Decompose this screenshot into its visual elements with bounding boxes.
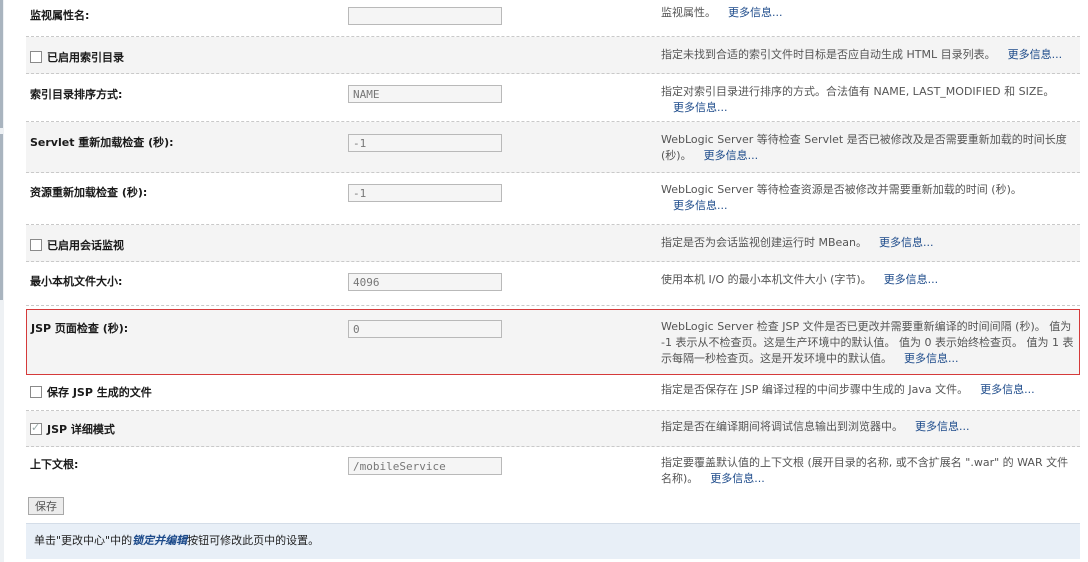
- row-context-root: 上下文根: /mobileService 指定要覆盖默认值的上下文根 (展开目录…: [26, 447, 1080, 492]
- more-info-link[interactable]: 更多信息...: [915, 420, 970, 433]
- row-label: 上下文根:: [30, 458, 79, 471]
- more-info-link[interactable]: 更多信息...: [673, 101, 728, 114]
- row-label: Servlet 重新加载检查 (秒):: [30, 136, 174, 149]
- session-monitoring-checkbox[interactable]: [30, 239, 42, 251]
- row-monitor-attribute: 监视属性名: 监视属性。 更多信息...: [26, 0, 1080, 37]
- jsp-verbose-checkbox[interactable]: [30, 421, 42, 435]
- more-info-link[interactable]: 更多信息...: [728, 6, 783, 19]
- footer-hint: 单击"更改中心"中的锁定并编辑按钮可修改此页中的设置。: [26, 523, 1080, 559]
- servlet-reload-input[interactable]: -1: [348, 134, 502, 152]
- resource-reload-input[interactable]: -1: [348, 184, 502, 202]
- row-session-monitoring: 已启用会话监视 指定是否为会话监视创建运行时 MBean。 更多信息...: [26, 225, 1080, 262]
- row-servlet-reload: Servlet 重新加载检查 (秒): -1 WebLogic Server 等…: [26, 122, 1080, 173]
- row-label: 资源重新加载检查 (秒):: [30, 186, 148, 199]
- min-native-file-size-input[interactable]: 4096: [348, 273, 502, 291]
- more-info-link[interactable]: 更多信息...: [704, 149, 759, 162]
- row-desc: 指定是否保存在 JSP 编译过程的中间步骤中生成的 Java 文件。 更多信息..…: [661, 383, 1035, 396]
- left-edge-mark: [0, 134, 3, 300]
- row-label: JSP 详细模式: [30, 421, 115, 437]
- keep-jsp-generated-checkbox[interactable]: [30, 386, 42, 398]
- row-desc: 指定是否在编译期间将调试信息输出到浏览器中。 更多信息...: [661, 420, 970, 433]
- row-label: 已启用索引目录: [30, 49, 124, 65]
- row-index-sort: 索引目录排序方式: NAME 指定对索引目录进行排序的方式。合法值有 NAME,…: [26, 74, 1080, 122]
- row-desc: 使用本机 I/O 的最小本机文件大小 (字节)。 更多信息...: [661, 273, 939, 286]
- row-label: JSP 页面检查 (秒):: [31, 322, 129, 335]
- row-desc: WebLogic Server 等待检查 Servlet 是否已被修改及是否需要…: [661, 133, 1067, 162]
- row-jsp-page-check: JSP 页面检查 (秒): 0 WebLogic Server 检查 JSP 文…: [26, 309, 1080, 375]
- jsp-page-check-input[interactable]: 0: [348, 320, 502, 338]
- index-directory-checkbox[interactable]: [30, 51, 42, 63]
- row-label: 监视属性名:: [30, 9, 90, 22]
- index-sort-input[interactable]: NAME: [348, 85, 502, 103]
- row-desc: WebLogic Server 检查 JSP 文件是否已更改并需要重新编译的时间…: [661, 320, 1074, 365]
- row-jsp-verbose: JSP 详细模式 指定是否在编译期间将调试信息输出到浏览器中。更多信息...: [26, 411, 1080, 447]
- more-info-link[interactable]: 更多信息...: [673, 199, 728, 212]
- more-info-link[interactable]: 更多信息...: [904, 352, 959, 365]
- row-index-directory: 已启用索引目录 指定未找到合适的索引文件时目标是否应自动生成 HTML 目录列表…: [26, 37, 1080, 74]
- row-label: 已启用会话监视: [30, 237, 124, 253]
- row-keep-jsp-generated: 保存 JSP 生成的文件 指定是否保存在 JSP 编译过程的中间步骤中生成的 J…: [26, 375, 1080, 411]
- context-root-input[interactable]: /mobileService: [348, 457, 502, 475]
- row-label: 最小本机文件大小:: [30, 275, 123, 288]
- row-desc: 监视属性。 更多信息...: [661, 6, 783, 19]
- row-desc: 指定对索引目录进行排序的方式。合法值有 NAME, LAST_MODIFIED …: [661, 85, 1055, 114]
- row-desc: 指定要覆盖默认值的上下文根 (展开目录的名称, 或不含扩展名 ".war" 的 …: [661, 456, 1069, 485]
- row-desc: 指定是否为会话监视创建运行时 MBean。 更多信息...: [661, 236, 934, 249]
- row-desc: WebLogic Server 等待检查资源是否被修改并需要重新加载的时间 (秒…: [661, 183, 1022, 212]
- left-edge-bar: [0, 0, 4, 562]
- more-info-link[interactable]: 更多信息...: [1008, 48, 1063, 61]
- more-info-link[interactable]: 更多信息...: [884, 273, 939, 286]
- more-info-link[interactable]: 更多信息...: [710, 472, 765, 485]
- more-info-link[interactable]: 更多信息...: [980, 383, 1035, 396]
- monitor-attribute-input[interactable]: [348, 7, 502, 25]
- save-button[interactable]: 保存: [28, 497, 64, 515]
- row-label: 索引目录排序方式:: [30, 88, 123, 101]
- lock-and-edit-text: 锁定并编辑: [132, 534, 188, 547]
- row-resource-reload: 资源重新加载检查 (秒): -1 WebLogic Server 等待检查资源是…: [26, 173, 1080, 225]
- settings-table: 监视属性名: 监视属性。 更多信息... 已启用索引目录 指定未找到合适的索引文件…: [26, 0, 1080, 492]
- row-min-native-file-size: 最小本机文件大小: 4096 使用本机 I/O 的最小本机文件大小 (字节)。更…: [26, 262, 1080, 306]
- row-desc: 指定未找到合适的索引文件时目标是否应自动生成 HTML 目录列表。 更多信息...: [661, 48, 1063, 61]
- more-info-link[interactable]: 更多信息...: [879, 236, 934, 249]
- row-label: 保存 JSP 生成的文件: [30, 384, 152, 400]
- left-edge-mark: [0, 0, 3, 128]
